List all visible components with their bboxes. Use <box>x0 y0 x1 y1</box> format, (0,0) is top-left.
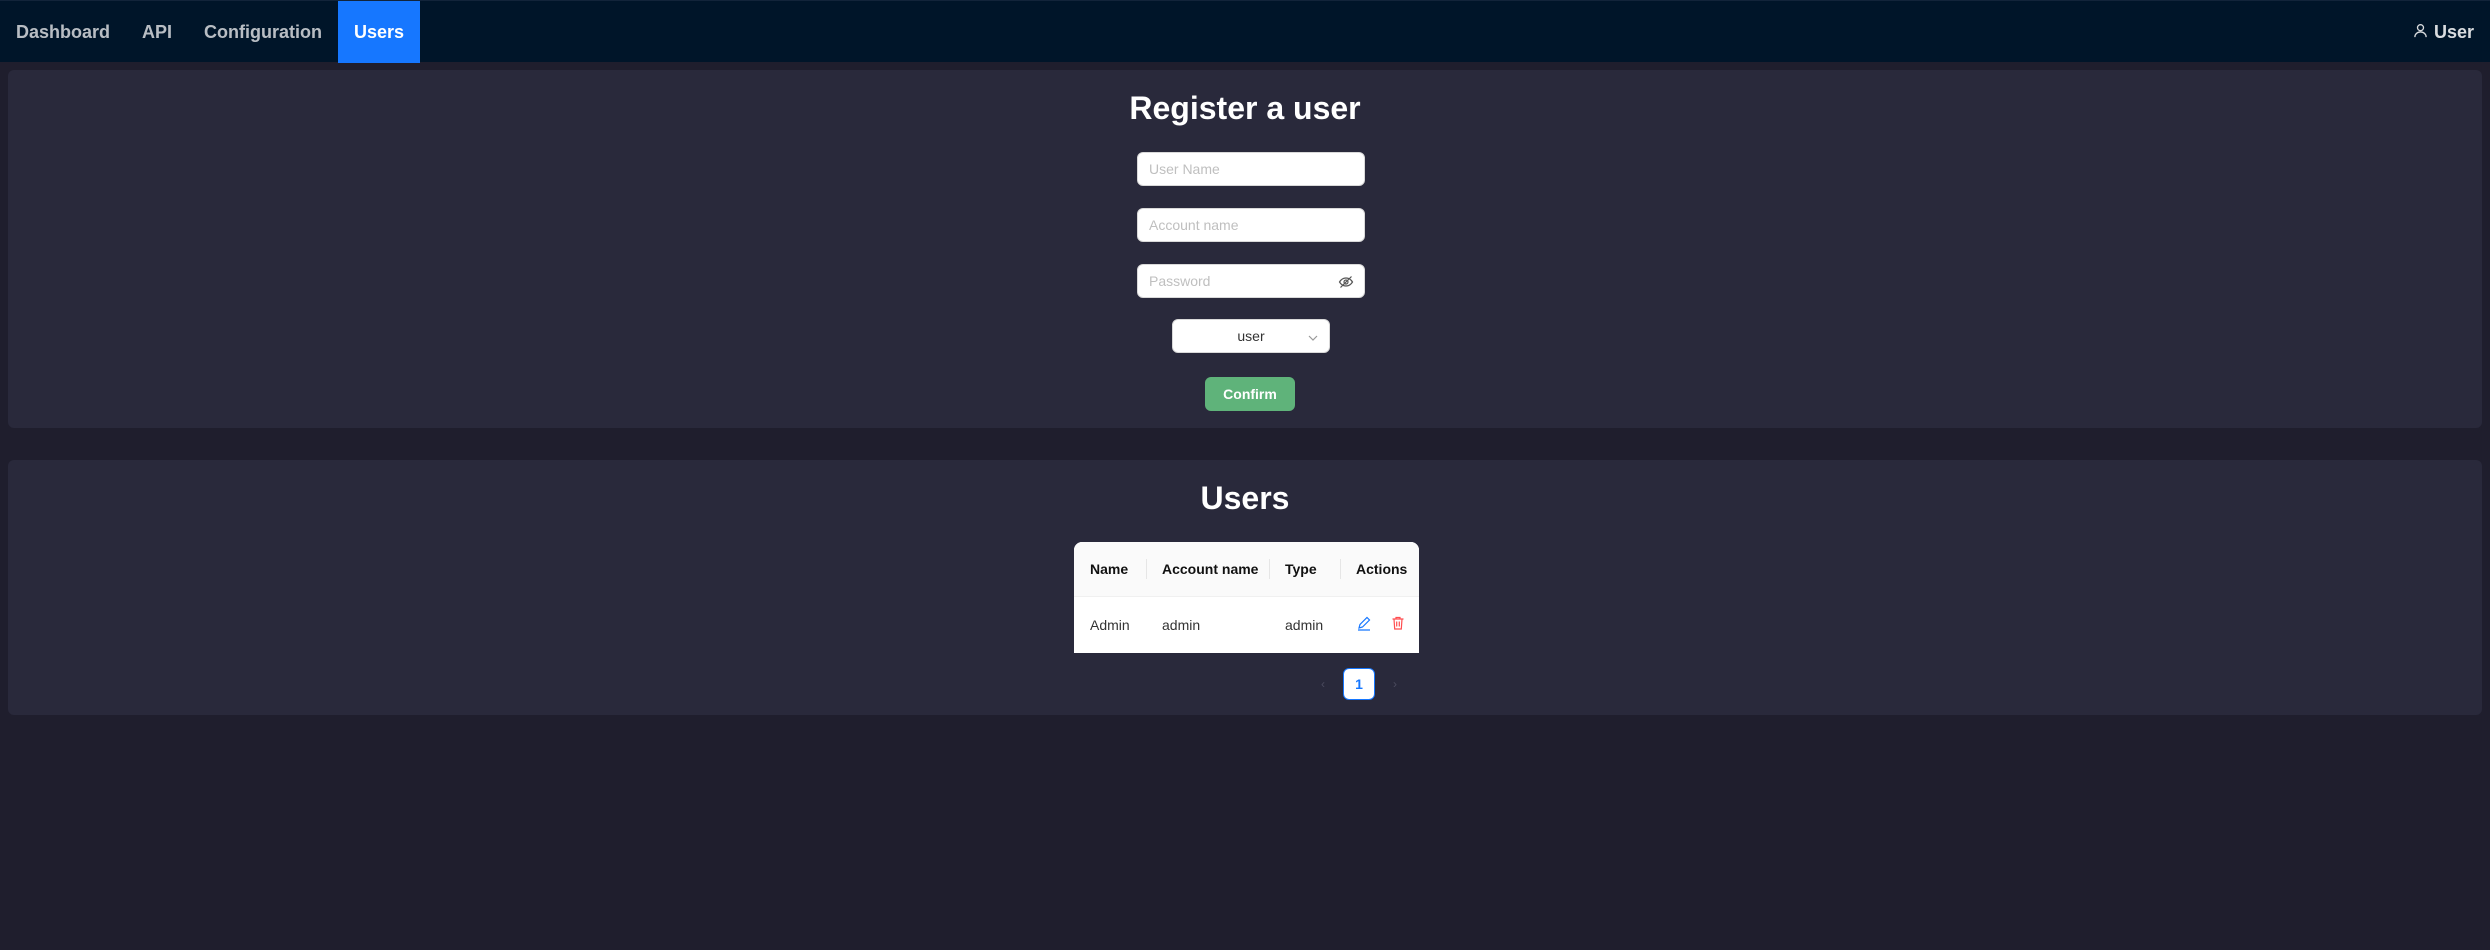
account-name-input[interactable] <box>1138 209 1364 241</box>
password-field[interactable] <box>1137 264 1365 298</box>
password-input[interactable] <box>1138 265 1364 297</box>
column-header-actions: Actions <box>1340 542 1419 597</box>
cell-account-name: admin <box>1162 616 1201 633</box>
edit-icon[interactable] <box>1356 615 1372 634</box>
nav-item-users[interactable]: Users <box>338 1 421 63</box>
user-menu[interactable]: User <box>2413 1 2474 63</box>
cell-type: admin <box>1285 616 1324 633</box>
nav-item-api[interactable]: API <box>126 1 188 63</box>
pagination: ‹ 1 › <box>1313 668 1405 700</box>
nav-item-dashboard[interactable]: Dashboard <box>0 1 126 63</box>
register-card: Register a user user Confirm <box>8 70 2482 428</box>
table-row: Admin admin admin <box>1074 596 1419 653</box>
chevron-down-icon <box>1307 331 1319 343</box>
column-header-type: Type <box>1269 542 1340 597</box>
pagination-page-1[interactable]: 1 <box>1343 668 1375 700</box>
nav-item-configuration[interactable]: Configuration <box>188 1 338 63</box>
users-title: Users <box>1200 480 1290 516</box>
user-type-select[interactable]: user <box>1172 319 1330 353</box>
nav-menu: Dashboard API Configuration Users <box>0 1 421 63</box>
user-type-value: user <box>1237 328 1265 344</box>
pagination-prev[interactable]: ‹ <box>1313 668 1333 700</box>
top-nav: Dashboard API Configuration Users User <box>0 0 2490 63</box>
users-table: Name Account name Type Actions Admin adm… <box>1074 542 1419 653</box>
user-menu-label: User <box>2433 21 2474 42</box>
eye-invisible-icon[interactable] <box>1338 274 1354 290</box>
username-input[interactable] <box>1138 153 1364 185</box>
username-field[interactable] <box>1137 152 1365 186</box>
column-header-name: Name <box>1074 542 1146 597</box>
confirm-button[interactable]: Confirm <box>1205 377 1295 411</box>
user-icon <box>2413 22 2428 43</box>
users-card: Users Name Account name Type Actions Adm… <box>8 460 2482 715</box>
pagination-next[interactable]: › <box>1385 668 1405 700</box>
delete-icon[interactable] <box>1390 615 1406 634</box>
register-title: Register a user <box>1129 90 1361 126</box>
table-header-row: Name Account name Type Actions <box>1074 542 1419 597</box>
column-header-account-name: Account name <box>1146 542 1269 597</box>
cell-actions <box>1340 596 1419 653</box>
cell-name: Admin <box>1090 616 1130 633</box>
account-name-field[interactable] <box>1137 208 1365 242</box>
